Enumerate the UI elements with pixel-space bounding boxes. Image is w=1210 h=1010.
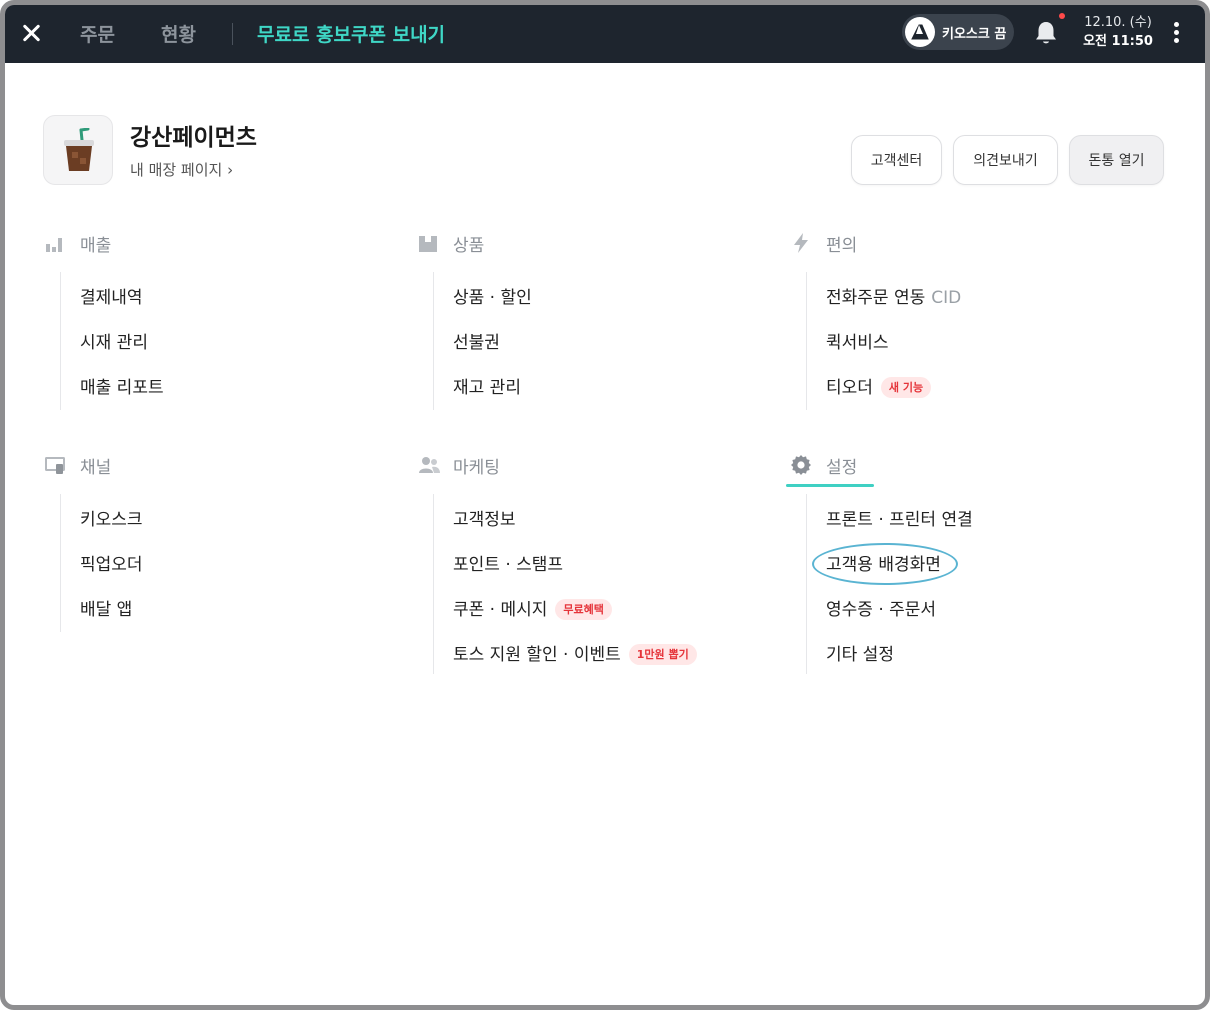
bar-chart-icon <box>46 238 62 252</box>
tab-status[interactable]: 현황 <box>161 20 196 47</box>
notification-dot <box>1059 13 1065 19</box>
menu-item-kiosk[interactable]: 키오스크 <box>80 507 143 533</box>
close-icon[interactable] <box>15 17 47 49</box>
gear-icon <box>791 455 811 475</box>
section-divider <box>433 494 434 674</box>
new-feature-badge: 새 기능 <box>880 377 932 398</box>
menu-item-delivery-apps[interactable]: 배달 앱 <box>80 597 132 623</box>
people-icon <box>419 457 440 473</box>
menu-item-coupons-messages[interactable]: 쿠폰 · 메시지 무료혜택 <box>453 597 612 623</box>
section-title-marketing: 마케팅 <box>453 458 500 478</box>
section-channel: 채널 키오스크 픽업오더 배달 앱 <box>44 452 404 632</box>
section-sales: 매출 결제내역 시재 관리 매출 리포트 <box>44 230 404 410</box>
store-logo <box>43 115 113 185</box>
lightning-icon <box>794 233 808 253</box>
feedback-button[interactable]: 의견보내기 <box>953 135 1058 185</box>
section-divider <box>433 272 434 410</box>
cid-label: CID <box>931 288 962 308</box>
menu-item-label: 티오더 <box>826 378 873 398</box>
section-settings: 설정 프론트 · 프린터 연결 고객용 배경화면 영수증 · 주문서 기타 설정 <box>786 452 1150 674</box>
free-benefit-badge: 무료혜택 <box>555 599 612 620</box>
store-name: 강산페이먼츠 <box>130 125 257 151</box>
active-section-underline <box>786 484 874 487</box>
section-divider <box>60 494 61 632</box>
clock: 12.10. (수) 오전 11:50 <box>1083 13 1153 51</box>
tab-order[interactable]: 주문 <box>80 20 115 47</box>
section-title-channel: 채널 <box>80 458 112 478</box>
highlight-circle <box>812 543 958 585</box>
section-convenience: 편의 전화주문 연동 CID 퀵서비스 티오더 새 기능 <box>790 230 1150 410</box>
menu-item-sales-report[interactable]: 매출 리포트 <box>80 375 164 401</box>
section-title-convenience: 편의 <box>826 236 858 256</box>
more-vertical-icon[interactable] <box>1168 19 1184 47</box>
menu-item-front-printer-connection[interactable]: 프론트 · 프린터 연결 <box>826 507 973 533</box>
menu-item-payment-history[interactable]: 결제내역 <box>80 285 143 311</box>
menu-item-toss-discount-events[interactable]: 토스 지원 할인 · 이벤트 1만원 뽑기 <box>453 642 697 668</box>
section-divider <box>806 272 807 410</box>
clock-date: 12.10. (수) <box>1084 15 1152 30</box>
my-store-page-link[interactable]: 내 매장 페이지 › <box>130 159 233 180</box>
app-window: 주문 현황 무료로 홍보쿠폰 보내기 키오스크 끔 12.10. (수) 오전 … <box>0 0 1210 1010</box>
menu-item-quick-service[interactable]: 퀵서비스 <box>826 330 889 356</box>
divider <box>232 23 233 45</box>
section-divider <box>806 494 807 674</box>
menu-item-cash-management[interactable]: 시재 관리 <box>80 330 148 356</box>
top-bar: 주문 현황 무료로 홍보쿠폰 보내기 키오스크 끔 12.10. (수) 오전 … <box>5 5 1205 63</box>
open-cash-drawer-button[interactable]: 돈통 열기 <box>1069 135 1164 185</box>
menu-item-label: 전화주문 연동 <box>826 288 926 308</box>
customer-center-button[interactable]: 고객센터 <box>851 135 942 185</box>
section-marketing: 마케팅 고객정보 포인트 · 스탬프 쿠폰 · 메시지 무료혜택 토스 지원 할인… <box>417 452 777 674</box>
kiosk-toggle-knob <box>905 17 935 47</box>
section-title-sales: 매출 <box>80 236 112 256</box>
menu-item-phone-order-integration[interactable]: 전화주문 연동 CID <box>826 285 961 311</box>
menu-item-pickup-order[interactable]: 픽업오더 <box>80 552 143 578</box>
menu-item-receipt-order-slip[interactable]: 영수증 · 주문서 <box>826 597 936 623</box>
section-products: 상품 상품 · 할인 선불권 재고 관리 <box>417 230 777 410</box>
clock-time: 오전 11:50 <box>1083 34 1153 49</box>
menu-item-products-discounts[interactable]: 상품 · 할인 <box>453 285 532 311</box>
promo-coupon-link[interactable]: 무료로 홍보쿠폰 보내기 <box>257 20 445 47</box>
menu-item-other-settings[interactable]: 기타 설정 <box>826 642 894 668</box>
kiosk-toggle-label: 키오스크 끔 <box>942 27 1007 42</box>
event-draw-badge: 1만원 뽑기 <box>628 644 697 665</box>
section-divider <box>60 272 61 410</box>
kiosk-icon <box>911 24 929 40</box>
menu-item-prepaid-vouchers[interactable]: 선불권 <box>453 330 500 356</box>
menu-item-t-order[interactable]: 티오더 새 기능 <box>826 375 932 401</box>
section-title-settings: 설정 <box>826 458 858 478</box>
menu-item-inventory[interactable]: 재고 관리 <box>453 375 521 401</box>
section-title-products: 상품 <box>453 236 485 256</box>
kiosk-toggle[interactable]: 키오스크 끔 <box>902 14 1014 50</box>
coffee-cup-icon <box>64 128 94 171</box>
menu-item-points-stamps[interactable]: 포인트 · 스탬프 <box>453 552 563 578</box>
menu-item-label: 토스 지원 할인 · 이벤트 <box>453 645 621 665</box>
menu-item-customer-info[interactable]: 고객정보 <box>453 507 516 533</box>
menu-item-label: 쿠폰 · 메시지 <box>453 600 548 620</box>
bell-icon[interactable] <box>1033 19 1059 47</box>
box-icon <box>419 236 437 252</box>
menu-item-customer-wallpaper[interactable]: 고객용 배경화면 <box>812 543 1186 585</box>
monitor-icon <box>45 457 65 474</box>
